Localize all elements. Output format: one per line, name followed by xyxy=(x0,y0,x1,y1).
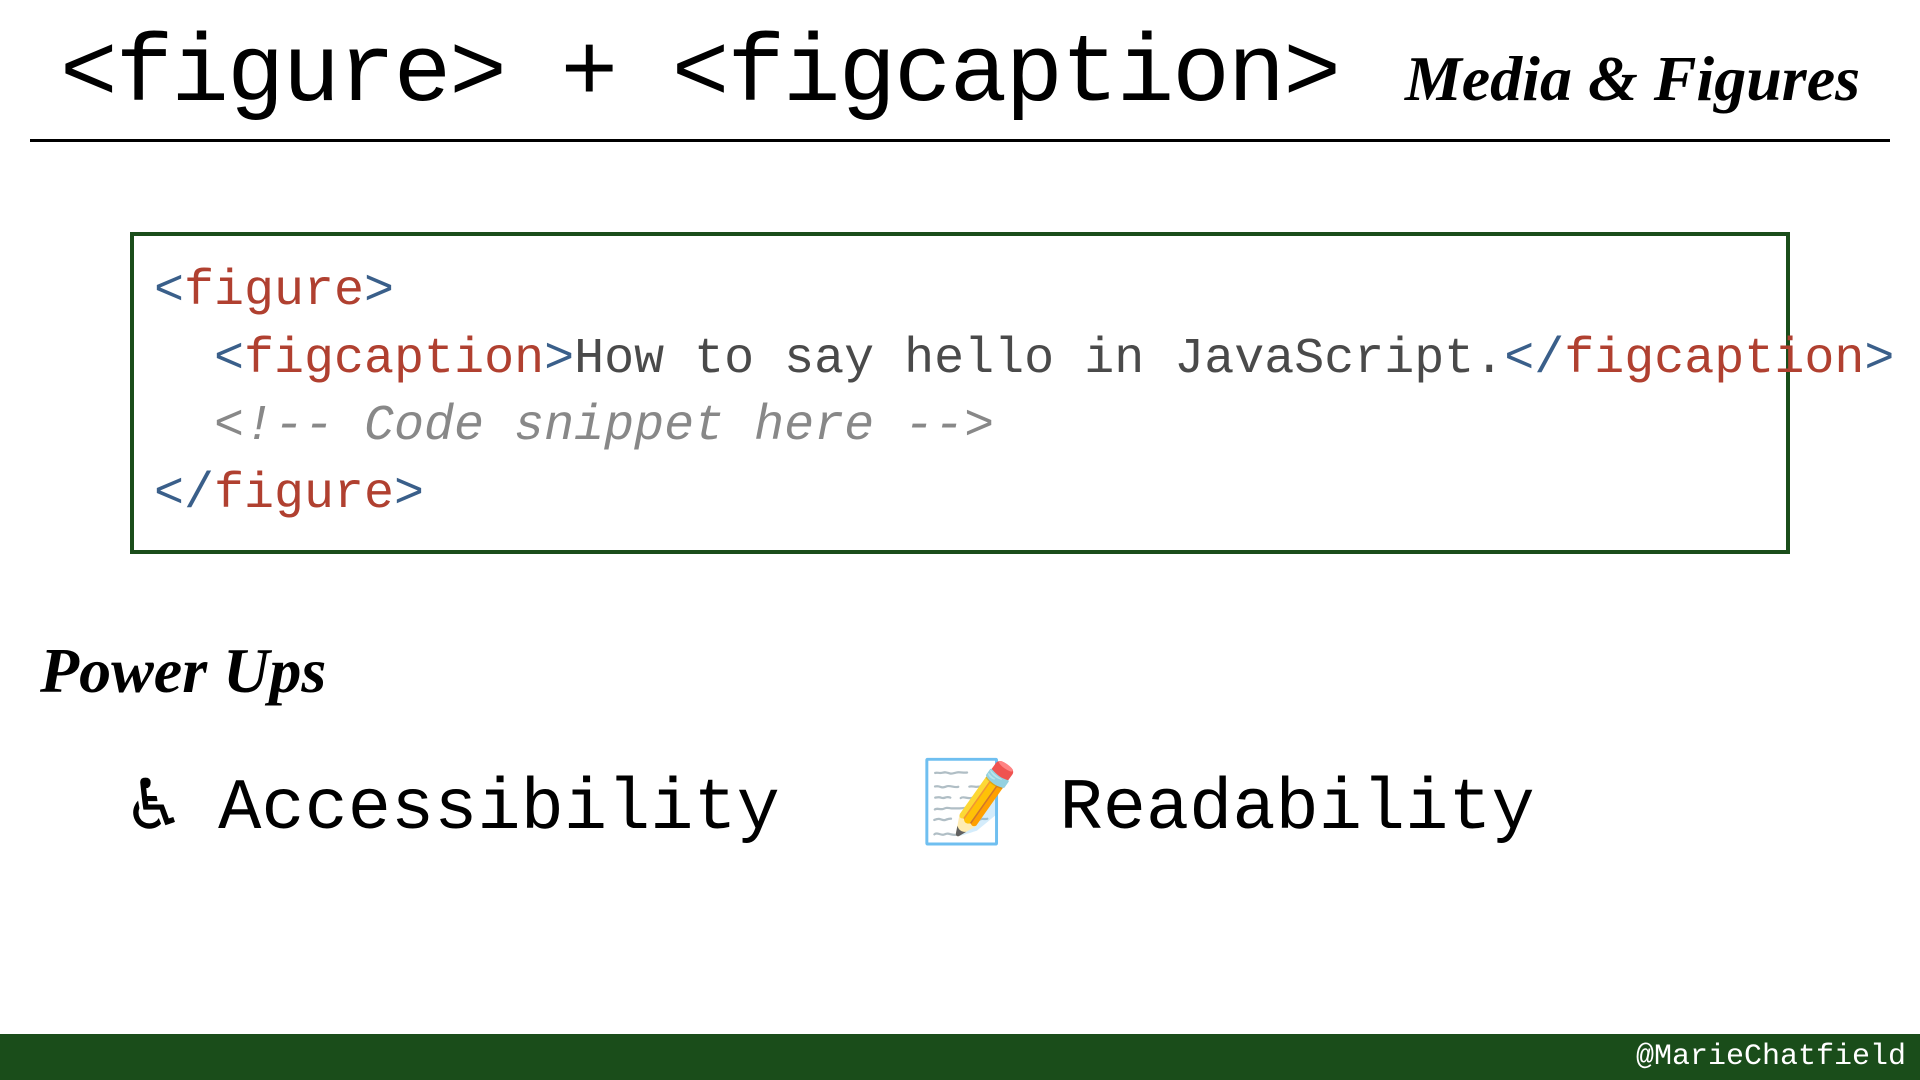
author-handle: @MarieChatfield xyxy=(1636,1040,1906,1074)
angle-bracket-open: </ xyxy=(1504,331,1564,388)
angle-bracket-open: </ xyxy=(154,466,214,523)
code-line-2: <figcaption>How to say hello in JavaScri… xyxy=(154,326,1766,394)
accessibility-icon: ♿ xyxy=(130,769,178,849)
tag-figcaption-open: figcaption xyxy=(244,331,544,388)
tag-figcaption-close: figcaption xyxy=(1564,331,1864,388)
code-line-1: <figure> xyxy=(154,258,1766,326)
powerup-label: Accessibility xyxy=(218,768,780,850)
slide-footer: @MarieChatfield xyxy=(0,1034,1920,1080)
code-comment: <!-- Code snippet here --> xyxy=(214,398,994,455)
powerup-readability: 📝 Readability xyxy=(920,768,1535,850)
angle-bracket-close: > xyxy=(364,263,394,320)
tag-figure-open: figure xyxy=(184,263,364,320)
slide-subtitle: Media & Figures xyxy=(1405,42,1860,116)
tag-figure-close: figure xyxy=(214,466,394,523)
code-line-3: <!-- Code snippet here --> xyxy=(154,393,1766,461)
powerup-label: Readability xyxy=(1059,768,1534,850)
indent xyxy=(154,398,214,455)
code-example: <figure> <figcaption>How to say hello in… xyxy=(130,232,1790,554)
memo-icon: 📝 xyxy=(920,769,1020,849)
figcaption-text: How to say hello in JavaScript. xyxy=(574,331,1504,388)
angle-bracket-close: > xyxy=(544,331,574,388)
powerups-row: ♿ Accessibility 📝 Readability xyxy=(130,768,1920,850)
angle-bracket-close: > xyxy=(394,466,424,523)
code-line-4: </figure> xyxy=(154,461,1766,529)
powerup-accessibility: ♿ Accessibility xyxy=(130,768,780,850)
angle-bracket-close: > xyxy=(1864,331,1894,388)
slide: <figure> + <figcaption> Media & Figures … xyxy=(0,0,1920,1080)
angle-bracket-open: < xyxy=(154,263,184,320)
powerups-heading: Power Ups xyxy=(40,634,1920,708)
slide-header: <figure> + <figcaption> Media & Figures xyxy=(30,0,1890,142)
slide-title: <figure> + <figcaption> xyxy=(60,20,1339,129)
angle-bracket-open: < xyxy=(214,331,244,388)
indent xyxy=(154,331,214,388)
